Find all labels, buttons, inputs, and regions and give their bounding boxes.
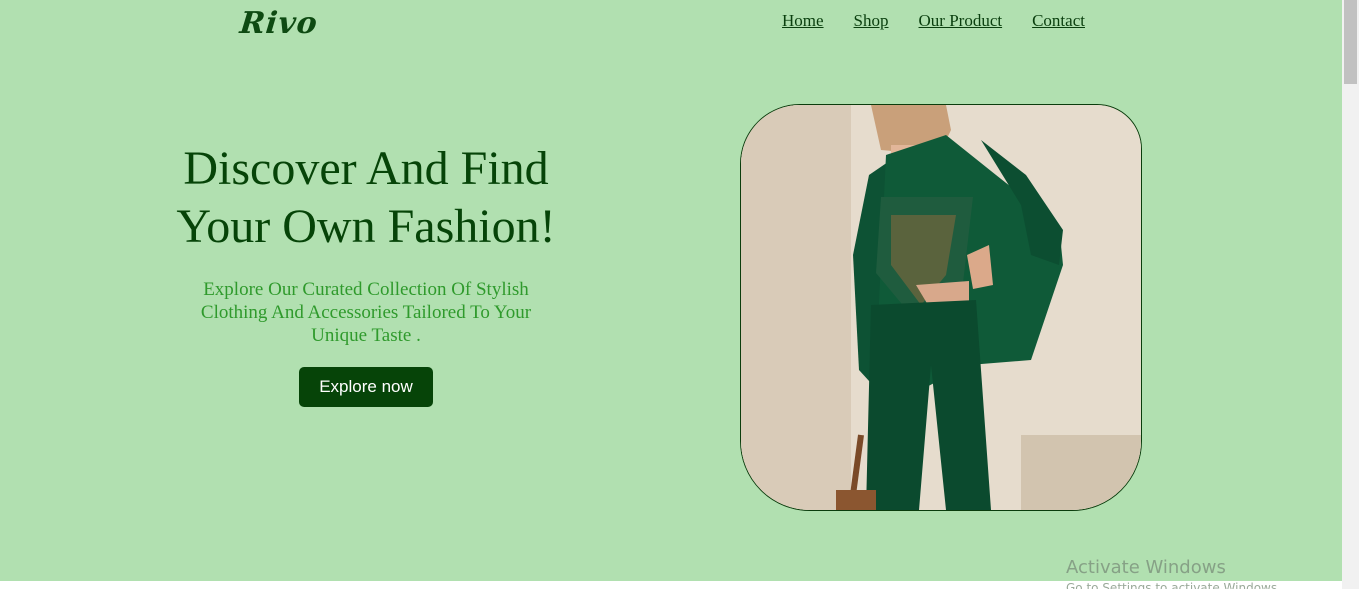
nav-shop-link[interactable]: Shop [854,11,889,31]
hero-subtitle: Explore Our Curated Collection Of Stylis… [200,279,532,346]
nav-home-link[interactable]: Home [782,11,824,31]
main-nav: Home Shop Our Product Contact [782,11,1085,31]
hero-text: Discover And Find Your Own Fashion! Expl… [166,140,566,407]
nav-contact-link[interactable]: Contact [1032,11,1085,31]
scrollbar-thumb[interactable] [1344,0,1357,84]
model-illustration [741,105,1141,510]
browser-page: Rivo Home Shop Our Product Contact Disco… [0,0,1359,589]
vertical-scrollbar[interactable] [1342,0,1359,589]
explore-now-button[interactable]: Explore now [299,367,433,407]
site-logo[interactable]: Rivo [238,6,319,41]
windows-watermark-title: Activate Windows [1066,557,1226,578]
nav-our-product-link[interactable]: Our Product [919,11,1003,31]
site-viewport: Rivo Home Shop Our Product Contact Disco… [0,0,1342,581]
hero-image [740,104,1142,511]
hero-title: Discover And Find Your Own Fashion! [176,142,556,253]
windows-watermark-subtitle: Go to Settings to activate Windows. [1066,581,1281,589]
